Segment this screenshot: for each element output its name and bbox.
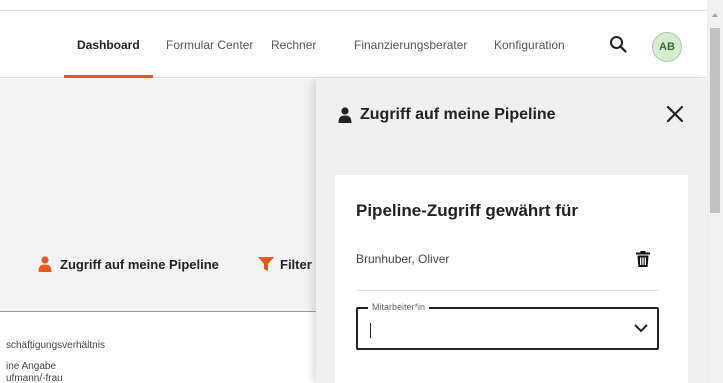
employment-option: ufmann/-frau	[6, 373, 63, 383]
person-icon	[38, 256, 52, 272]
chevron-down-icon[interactable]	[634, 324, 648, 333]
panel-title-text: Zugriff auf meine Pipeline	[360, 106, 556, 123]
top-divider	[0, 10, 707, 11]
nav-rechner[interactable]: Rechner	[271, 38, 316, 52]
person-icon	[338, 107, 352, 123]
access-card: Pipeline-Zugriff gewährt für Brunhuber, …	[335, 175, 688, 383]
search-icon[interactable]	[609, 35, 627, 53]
text-cursor	[370, 323, 371, 338]
top-navigation: Dashboard Formular Center Rechner Finanz…	[0, 0, 707, 78]
pipeline-access-button[interactable]: Zugriff auf meine Pipeline	[38, 256, 219, 272]
employment-option: ine Angabe	[6, 361, 57, 372]
scrollbar-thumb[interactable]	[710, 28, 720, 213]
filter-icon	[258, 257, 274, 271]
employee-select-field[interactable]: Mitarbeiter*in	[356, 302, 659, 350]
granted-user-name: Brunhuber, Oliver	[356, 252, 450, 266]
nav-finanzierungsberater[interactable]: Finanzierungsberater	[354, 38, 467, 52]
panel-title: Zugriff auf meine Pipeline	[338, 106, 556, 124]
list-item: Brunhuber, Oliver	[356, 235, 659, 291]
nav-dashboard[interactable]: Dashboard	[77, 38, 140, 52]
pipeline-access-label: Zugriff auf meine Pipeline	[60, 256, 219, 272]
employee-input[interactable]	[370, 321, 620, 339]
filter-label: Filter	[280, 256, 312, 272]
employment-column-header: schäftigungsverhältnis	[6, 340, 105, 351]
active-tab-indicator	[64, 75, 153, 78]
employee-field-label: Mitarbeiter*in	[368, 302, 430, 312]
nav-formular-center[interactable]: Formular Center	[166, 38, 253, 52]
scroll-up-arrow-icon[interactable]	[712, 13, 718, 17]
filter-button[interactable]: Filter	[258, 256, 312, 272]
card-title: Pipeline-Zugriff gewährt für	[356, 201, 578, 220]
close-icon[interactable]	[664, 103, 686, 125]
user-avatar[interactable]: AB	[652, 32, 682, 62]
nav-konfiguration[interactable]: Konfiguration	[494, 38, 565, 52]
trash-icon[interactable]	[636, 251, 650, 267]
pipeline-access-panel: Zugriff auf meine Pipeline Pipeline-Zugr…	[316, 79, 707, 383]
